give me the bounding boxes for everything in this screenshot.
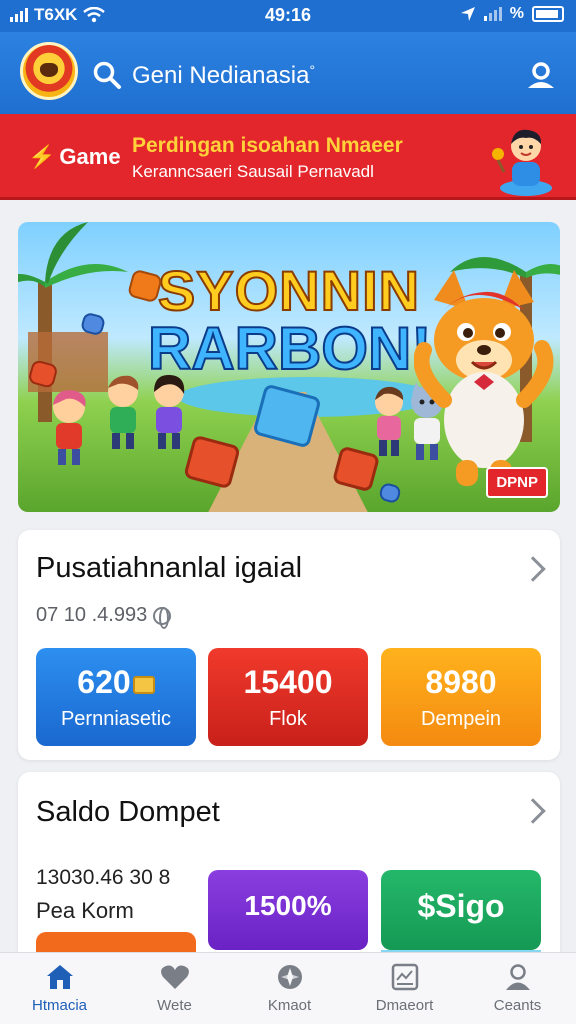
heart-icon [160,965,189,989]
search-icon[interactable] [92,60,122,90]
app-header: Geni Nedianasia° [0,32,576,114]
battery-icon [532,6,564,22]
location-arrow-icon [460,7,475,21]
stat-tile-label: Dempein [420,708,502,730]
bottom-navigation: Htmacia Wete Kmaot Dmaeort Ceants [0,952,576,1024]
nav-item-wete[interactable]: Wete [117,963,232,1014]
nav-item-home[interactable]: Htmacia [2,963,117,1014]
nav-label: Htmacia [31,997,87,1014]
wallet-card-title: Saldo Dompet [36,796,220,828]
app-title: Geni Nedianasia° [132,62,316,89]
signal-strength-icon [483,7,502,21]
battery-percent: % [509,5,524,22]
bolt-icon: ⚡ [28,144,56,169]
stat-tile-dempein[interactable]: 8980 Dempein [381,648,541,746]
wallet-tile-value: 1500% [244,890,332,921]
stats-card: Pusatiahnanlal igaial 07 10 .4.993 620 P… [18,530,560,760]
treasure-chest-icon [132,675,155,694]
nav-item-ceants[interactable]: Ceants [460,963,575,1014]
chevron-right-icon[interactable] [520,556,546,582]
wallet-tile-green[interactable]: $Sigo [381,870,541,950]
nav-label: Ceants [493,997,542,1014]
stats-card-subtitle: 07 10 .4.993 [36,604,172,629]
wallet-balance-label: Pea Korm [36,898,134,923]
stat-tile-value: 8980 [425,664,497,700]
hero-badge[interactable]: DPNP [486,467,548,498]
kid-character [146,372,192,452]
status-bar: T6XK 49:16 % [0,0,576,32]
globe-icon [153,606,172,629]
home-icon [46,965,73,989]
stats-card-title: Pusatiahnanlal igaial [36,552,303,584]
stat-tile-flok[interactable]: 15400 Flok [208,648,368,746]
stat-tile-label: Pernniasetic [60,708,172,730]
wallet-tile-purple[interactable]: 1500% [208,870,368,950]
app-logo[interactable] [20,42,78,100]
promo-subline: Keranncsaeri Sausail Pernavadl [132,162,374,181]
dice-icon [378,481,402,505]
nav-label: Wete [157,997,192,1014]
chevron-right-icon[interactable] [520,798,546,824]
stat-tile-pernniasetic[interactable]: 620 Pernniasetic [36,648,196,746]
kid-character-illustration [492,129,552,196]
stat-tile-value: 620 [77,664,131,700]
wallet-card: Saldo Dompet 13030.46 30 8 Pea Korm 1500… [18,772,560,972]
hero-game-banner[interactable]: SYONNIN RARBON! DPNP [18,222,560,512]
wallet-tile-value: $Sigo [417,888,505,924]
document-icon [391,963,418,991]
stat-tile-label: Flok [269,708,307,730]
promo-headline: Perdingan isoahan Nmaeer [132,134,403,157]
stat-tile-value: 15400 [243,664,333,700]
promo-tag: ⚡ Game [28,144,121,169]
compass-icon [277,965,302,989]
kid-character [46,387,92,467]
nav-item-kmaot[interactable]: Kmaot [232,963,347,1014]
mascot-character [414,270,554,486]
kid-character [100,372,146,452]
wallet-balance-value: 13030.46 30 8 [36,866,171,889]
user-icon[interactable] [524,58,558,92]
nav-item-dmaeort[interactable]: Dmaeort [347,963,462,1014]
nav-label: Dmaeort [375,997,434,1014]
nav-label: Kmaot [267,997,312,1014]
promo-banner[interactable]: ⚡ Game Perdingan isoahan Nmaeer Keranncsa… [0,114,576,200]
profile-icon [505,964,530,990]
